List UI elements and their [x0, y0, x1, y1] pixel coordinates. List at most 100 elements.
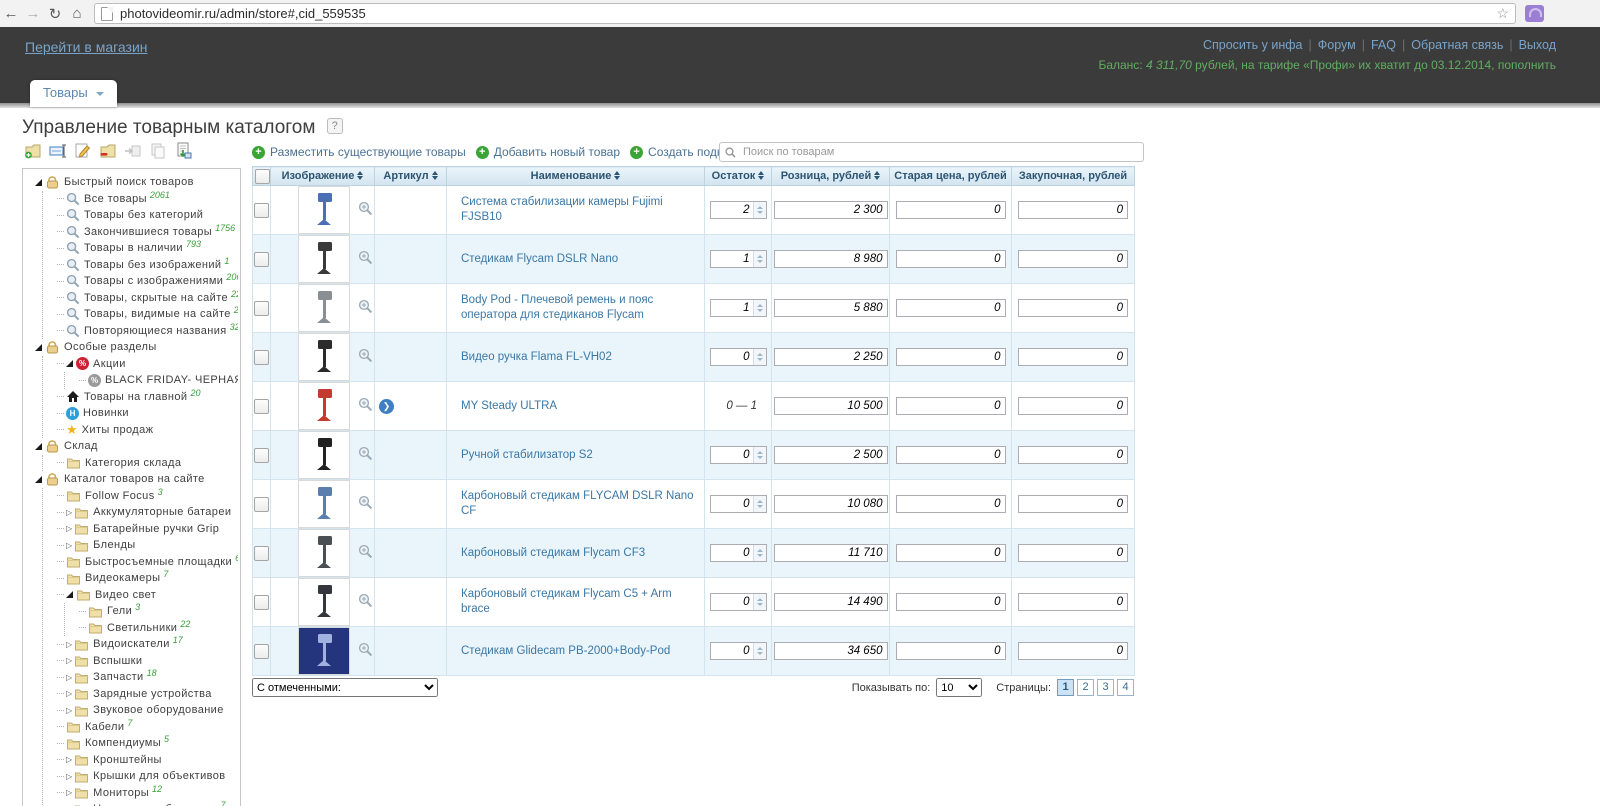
- old-price-input[interactable]: [895, 642, 1006, 660]
- old-price-input[interactable]: [895, 201, 1006, 219]
- purchase-price-input[interactable]: [1018, 201, 1128, 219]
- product-name-link[interactable]: Стедикам Flycam DSLR Nano: [448, 252, 704, 267]
- stock-input[interactable]: [710, 349, 753, 365]
- old-price-input[interactable]: [895, 299, 1006, 317]
- product-name-link[interactable]: Body Pod - Плечевой ремень и пояс операт…: [448, 293, 704, 323]
- tree-item[interactable]: ▷ Бленды: [57, 537, 238, 554]
- with-selected-select[interactable]: С отмеченными:: [252, 678, 438, 697]
- tree-item[interactable]: % Акции: [57, 356, 238, 373]
- collapsed-node-icon[interactable]: ▷: [66, 524, 72, 533]
- expanded-node-icon[interactable]: [35, 178, 42, 186]
- product-name-link[interactable]: MY Steady ULTRA: [448, 399, 704, 414]
- add-category-icon[interactable]: [24, 142, 42, 159]
- retail-price-input[interactable]: [773, 446, 888, 464]
- tree-item[interactable]: Склад: [35, 438, 238, 455]
- stock-spinner[interactable]: [752, 496, 766, 512]
- product-name-link[interactable]: Стедикам Glidecam PB-2000+Body-Pod: [448, 644, 704, 659]
- retail-price-input[interactable]: [773, 201, 888, 219]
- old-price-input[interactable]: [895, 446, 1006, 464]
- tree-item[interactable]: Гели 3: [79, 603, 238, 620]
- delete-category-icon[interactable]: [99, 142, 117, 159]
- row-checkbox[interactable]: [254, 300, 269, 316]
- stock-input[interactable]: [710, 251, 753, 267]
- stock-input[interactable]: [710, 496, 753, 512]
- edit-category-icon[interactable]: [74, 142, 92, 159]
- tree-item[interactable]: Кабели 7: [57, 719, 238, 736]
- product-thumbnail[interactable]: [298, 333, 350, 381]
- tree-item[interactable]: % BLACK FRIDAY- ЧЕРНАЯ ПЯТНИ: [79, 372, 238, 389]
- product-name-link[interactable]: Карбоновый стедикам Flycam C5 + Arm brac…: [448, 587, 704, 617]
- stock-spinner[interactable]: [752, 643, 766, 659]
- zoom-preview-icon[interactable]: [358, 446, 373, 464]
- tree-item[interactable]: Каталог товаров на сайте: [35, 471, 238, 488]
- retail-price-input[interactable]: [773, 299, 888, 317]
- go-to-shop-link[interactable]: Перейти в магазин: [25, 39, 148, 55]
- old-price-input[interactable]: [895, 397, 1006, 415]
- tree-item[interactable]: Категория склада: [57, 455, 238, 472]
- tree-item[interactable]: Товары без изображений 1: [57, 257, 238, 274]
- tree-item[interactable]: Товары, видимые на сайте2039: [57, 306, 238, 323]
- collapsed-node-icon[interactable]: ▷: [66, 508, 72, 517]
- collapsed-node-icon[interactable]: ▷: [66, 541, 72, 550]
- product-thumbnail[interactable]: [298, 578, 350, 626]
- sort-icon[interactable]: [614, 171, 621, 180]
- old-price-input[interactable]: [895, 544, 1006, 562]
- expanded-node-icon[interactable]: [66, 360, 73, 368]
- purchase-price-input[interactable]: [1018, 544, 1128, 562]
- product-thumbnail[interactable]: [298, 529, 350, 577]
- old-price-input[interactable]: [895, 250, 1006, 268]
- product-thumbnail[interactable]: [298, 627, 350, 675]
- nav-link-0[interactable]: Спросить у инфа: [1203, 38, 1303, 52]
- row-checkbox[interactable]: [254, 643, 269, 659]
- stock-spinner[interactable]: [752, 251, 766, 267]
- old-price-input[interactable]: [895, 348, 1006, 366]
- search-input[interactable]: [741, 145, 1138, 159]
- row-checkbox[interactable]: [254, 447, 269, 463]
- column-header[interactable]: Артикул: [374, 166, 447, 186]
- product-thumbnail[interactable]: [298, 186, 350, 234]
- tree-item[interactable]: Товары, скрытые на сайте22: [57, 290, 238, 307]
- tree-item[interactable]: Follow Focus 3: [57, 488, 238, 505]
- address-bar[interactable]: photovideomir.ru/admin/store#,cid_559535…: [94, 3, 1516, 24]
- tree-item[interactable]: ▷ Зарядные устройства: [57, 686, 238, 703]
- zoom-preview-icon[interactable]: [358, 495, 373, 513]
- row-checkbox[interactable]: [254, 251, 269, 267]
- page-button-1[interactable]: 1: [1057, 679, 1074, 696]
- import-export-icon[interactable]: [174, 142, 192, 159]
- tree-item[interactable]: Быстрый поиск товаров: [35, 174, 238, 191]
- top-up-link[interactable]: пополнить: [1498, 58, 1556, 72]
- row-checkbox[interactable]: [254, 496, 269, 512]
- tree-item[interactable]: Особые разделы: [35, 339, 238, 356]
- collapsed-node-icon[interactable]: ▷: [66, 689, 72, 698]
- stock-input[interactable]: [710, 643, 753, 659]
- stock-spinner[interactable]: [752, 545, 766, 561]
- stock-spinner[interactable]: [752, 349, 766, 365]
- zoom-preview-icon[interactable]: [358, 544, 373, 562]
- tree-item[interactable]: ▷ Мониторы 12: [57, 785, 238, 802]
- stock-input[interactable]: [710, 594, 753, 610]
- row-checkbox[interactable]: [254, 398, 269, 414]
- tree-item[interactable]: ▷ Звуковое оборудование: [57, 702, 238, 719]
- expanded-node-icon[interactable]: [35, 475, 42, 483]
- expanded-node-icon[interactable]: [66, 591, 73, 599]
- product-name-link[interactable]: Карбоновый стедикам FLYCAM DSLR Nano CF: [448, 489, 704, 519]
- purchase-price-input[interactable]: [1018, 495, 1128, 513]
- purchase-price-input[interactable]: [1018, 348, 1128, 366]
- nav-link-3[interactable]: Обратная связь: [1411, 38, 1503, 52]
- tree-item[interactable]: Н Новинки: [57, 405, 238, 422]
- stock-spinner[interactable]: [752, 594, 766, 610]
- zoom-preview-icon[interactable]: [358, 642, 373, 660]
- reload-icon[interactable]: ↻: [44, 5, 66, 23]
- tab-tovary[interactable]: Товары: [30, 80, 118, 107]
- purchase-price-input[interactable]: [1018, 397, 1128, 415]
- tree-item[interactable]: ★ Хиты продаж: [57, 422, 238, 439]
- rename-category-icon[interactable]: [49, 142, 67, 159]
- purchase-price-input[interactable]: [1018, 593, 1128, 611]
- tree-item[interactable]: ▷ Крышки для объективов: [57, 768, 238, 785]
- stock-input[interactable]: [710, 300, 753, 316]
- column-header[interactable]: Розница, рублей: [771, 166, 890, 186]
- retail-price-input[interactable]: [773, 495, 888, 513]
- home-icon[interactable]: ⌂: [66, 5, 88, 22]
- back-icon[interactable]: ←: [0, 5, 22, 22]
- stock-spinner[interactable]: [752, 202, 766, 218]
